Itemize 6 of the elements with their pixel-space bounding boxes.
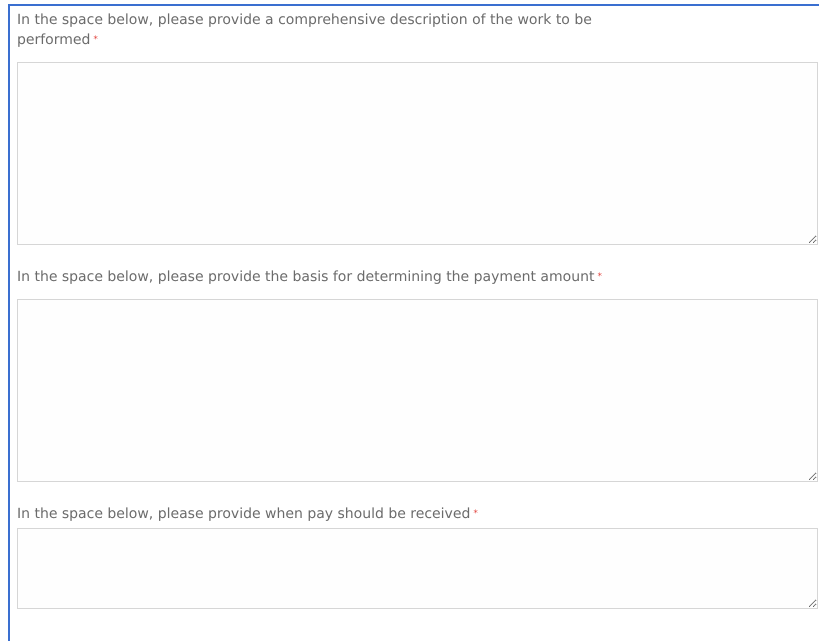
- field-label: In the space below, please provide when pay should be received *: [17, 505, 478, 524]
- text-area[interactable]: [17, 299, 818, 482]
- field-label: In the space below, please provide a comprehensive description of the work to be performed *: [17, 11, 593, 50]
- text-area[interactable]: [17, 528, 818, 609]
- text-area[interactable]: [17, 62, 818, 245]
- field-label: In the space below, please provide the basis for determining the payment amount *: [17, 268, 602, 287]
